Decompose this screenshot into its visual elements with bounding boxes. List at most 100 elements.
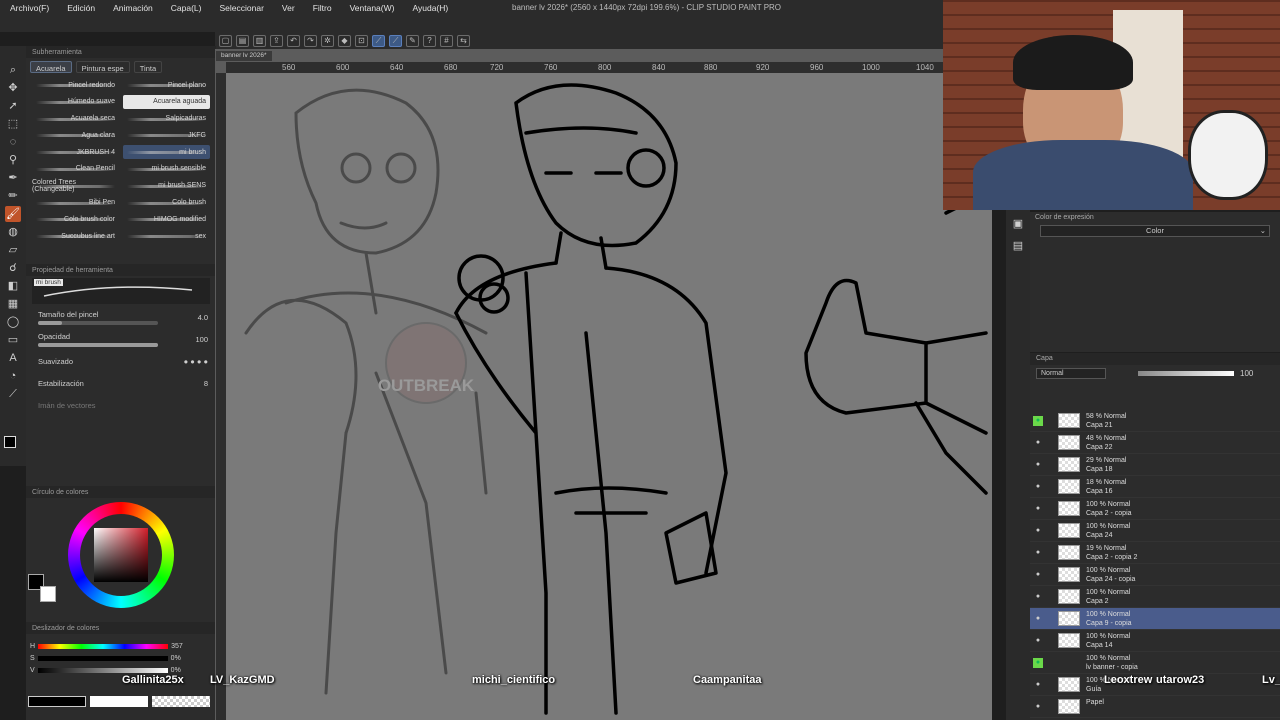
layer-paper-row[interactable]: ● Papel xyxy=(1030,696,1280,718)
menu-layer[interactable]: Capa(L) xyxy=(162,3,211,13)
airbrush-icon[interactable]: ◍ xyxy=(5,224,21,240)
menu-edit[interactable]: Edición xyxy=(58,3,104,13)
opacity-value[interactable]: 100 xyxy=(195,335,208,344)
lasso-icon[interactable]: ◌ xyxy=(5,134,21,150)
saturation-slider[interactable] xyxy=(37,655,168,661)
brush-item[interactable]: mi brush sensible xyxy=(123,162,210,176)
layer-row[interactable]: ● 18 % Normal Capa 16 xyxy=(1030,476,1280,498)
layer-row[interactable]: ● 100 % Normal Guía xyxy=(1030,674,1280,696)
menu-file[interactable]: Archivo(F) xyxy=(0,3,58,13)
eraser-icon[interactable]: ▱ xyxy=(5,242,21,258)
eye-icon[interactable]: ● xyxy=(1033,636,1043,646)
stabilization-value[interactable]: 8 xyxy=(204,379,208,388)
snap-icon[interactable]: ⟋ xyxy=(372,34,385,47)
tab-pintura[interactable]: Pintura espe xyxy=(75,61,130,73)
brush-item[interactable]: Pincel plano xyxy=(123,78,210,92)
brush-item[interactable]: Colo brush color xyxy=(32,212,119,226)
saturation-value[interactable]: 0% xyxy=(171,655,181,662)
brush-item[interactable]: Agua clara xyxy=(32,128,119,142)
brush-item[interactable]: Salpicaduras xyxy=(123,112,210,126)
export-icon[interactable]: ⇪ xyxy=(270,34,283,47)
transform-icon[interactable]: ⊡ xyxy=(355,34,368,47)
layer-opacity-value[interactable]: 100 xyxy=(1240,369,1253,378)
grid-icon[interactable]: # xyxy=(440,34,453,47)
brush-item[interactable]: Acuarela seca xyxy=(32,112,119,126)
fill-icon[interactable]: ◆ xyxy=(338,34,351,47)
opacity-slider[interactable] xyxy=(38,342,158,347)
eye-icon[interactable]: ● xyxy=(1033,482,1043,492)
eye-icon[interactable]: ● xyxy=(1033,438,1043,448)
eye-icon[interactable]: ● xyxy=(1033,460,1043,470)
selection-icon[interactable]: ⬚ xyxy=(5,116,21,132)
color-set-white[interactable] xyxy=(90,695,148,707)
open-icon[interactable]: ▤ xyxy=(236,34,249,47)
layer-row[interactable]: ● 29 % Normal Capa 18 xyxy=(1030,454,1280,476)
color-set-transparent[interactable] xyxy=(152,695,210,707)
layer-row[interactable]: ● 100 % Normal Capa 2 xyxy=(1030,586,1280,608)
menu-select[interactable]: Seleccionar xyxy=(211,3,273,13)
eye-icon[interactable]: ● xyxy=(1033,548,1043,558)
new-icon[interactable]: ▢ xyxy=(219,34,232,47)
brush-item[interactable]: Acuarela aguada xyxy=(123,94,210,109)
brush-icon[interactable]: 🖌 xyxy=(5,206,21,222)
menu-view[interactable]: Ver xyxy=(273,3,304,13)
eye-icon[interactable]: ● xyxy=(1033,526,1043,536)
eye-icon[interactable]: ● xyxy=(1033,657,1043,668)
value-slider[interactable] xyxy=(37,667,168,673)
brush-item[interactable]: HIMOG modified xyxy=(123,212,210,226)
sub-color[interactable] xyxy=(40,586,56,602)
eye-icon[interactable]: ● xyxy=(1033,570,1043,580)
layer-row[interactable]: ● 48 % Normal Capa 22 xyxy=(1030,432,1280,454)
brush-item[interactable]: JKBRUSH 4 xyxy=(32,145,119,159)
layer-row[interactable]: ● 100 % Normal Capa 24 - copia xyxy=(1030,564,1280,586)
fill-bucket-icon[interactable]: ◧ xyxy=(5,278,21,294)
gradient-icon[interactable]: ▦ xyxy=(5,296,21,312)
eye-icon[interactable]: ● xyxy=(1033,592,1043,602)
brush-item[interactable]: mi brush SENS xyxy=(123,179,210,193)
document-tab[interactable]: banner lv 2026* xyxy=(216,51,272,61)
menu-window[interactable]: Ventana(W) xyxy=(341,3,404,13)
brush-item[interactable]: Clean Pencil xyxy=(32,162,119,176)
pencil-icon[interactable]: ✏ xyxy=(5,188,21,204)
brush-item[interactable]: Colored Trees (Changeable) xyxy=(32,179,119,193)
eye-icon[interactable]: ● xyxy=(1033,415,1043,426)
tab-acuarela[interactable]: Acuarela xyxy=(30,61,72,73)
brush-item[interactable]: Succubus line art xyxy=(32,229,119,243)
layer-row-selected[interactable]: ● 100 % Normal Capa 9 - copia xyxy=(1030,608,1280,630)
ruler-tool-icon[interactable]: ⟋ xyxy=(5,386,21,402)
color-square[interactable] xyxy=(94,528,148,582)
brush-size-value[interactable]: 4.0 xyxy=(198,313,208,322)
brush-item[interactable]: Bibi Pen xyxy=(32,196,119,210)
expression-color-select[interactable]: Color ⌄ xyxy=(1040,225,1270,237)
main-color-chip[interactable] xyxy=(4,436,16,448)
snap-ruler-icon[interactable]: ⟋ xyxy=(389,34,402,47)
layer-row[interactable]: ● 100 % Normal Capa 2 - copia xyxy=(1030,498,1280,520)
brush-item[interactable]: sex xyxy=(123,229,210,243)
smoothing-options[interactable]: ● ● ● ● xyxy=(184,357,208,366)
eye-icon[interactable]: ● xyxy=(1033,504,1043,514)
eye-icon[interactable]: ● xyxy=(1033,680,1043,690)
brush-item[interactable]: Pincel redondo xyxy=(32,78,119,92)
undo-icon[interactable]: ↶ xyxy=(287,34,300,47)
operation-icon[interactable]: ➚ xyxy=(5,98,21,114)
menu-filter[interactable]: Filtro xyxy=(304,3,341,13)
layer-row[interactable]: ● 19 % Normal Capa 2 - copia 2 xyxy=(1030,542,1280,564)
flip-icon[interactable]: ⇆ xyxy=(457,34,470,47)
redo-icon[interactable]: ↷ xyxy=(304,34,317,47)
text-icon[interactable]: A xyxy=(5,350,21,366)
save-icon[interactable]: ▥ xyxy=(253,34,266,47)
drawing-canvas[interactable]: OUTBREAK xyxy=(226,73,992,720)
layer-row[interactable]: ● 100 % Normal Capa 24 xyxy=(1030,520,1280,542)
navigator-icon[interactable]: ▣ xyxy=(1010,216,1026,232)
brush-size-slider[interactable] xyxy=(38,320,158,325)
frame-icon[interactable]: ▭ xyxy=(5,332,21,348)
figure-icon[interactable]: ◯ xyxy=(5,314,21,330)
menu-animation[interactable]: Animación xyxy=(104,3,162,13)
balloon-icon[interactable]: ◔ xyxy=(5,368,21,384)
value-value[interactable]: 0% xyxy=(171,667,181,674)
color-wheel[interactable] xyxy=(68,502,174,608)
brush-item[interactable]: Húmedo suave xyxy=(32,95,119,109)
tab-tinta[interactable]: Tinta xyxy=(133,61,163,73)
brush-item-selected[interactable]: mi brush xyxy=(123,145,210,160)
brush-item[interactable]: JKFG xyxy=(123,128,210,142)
